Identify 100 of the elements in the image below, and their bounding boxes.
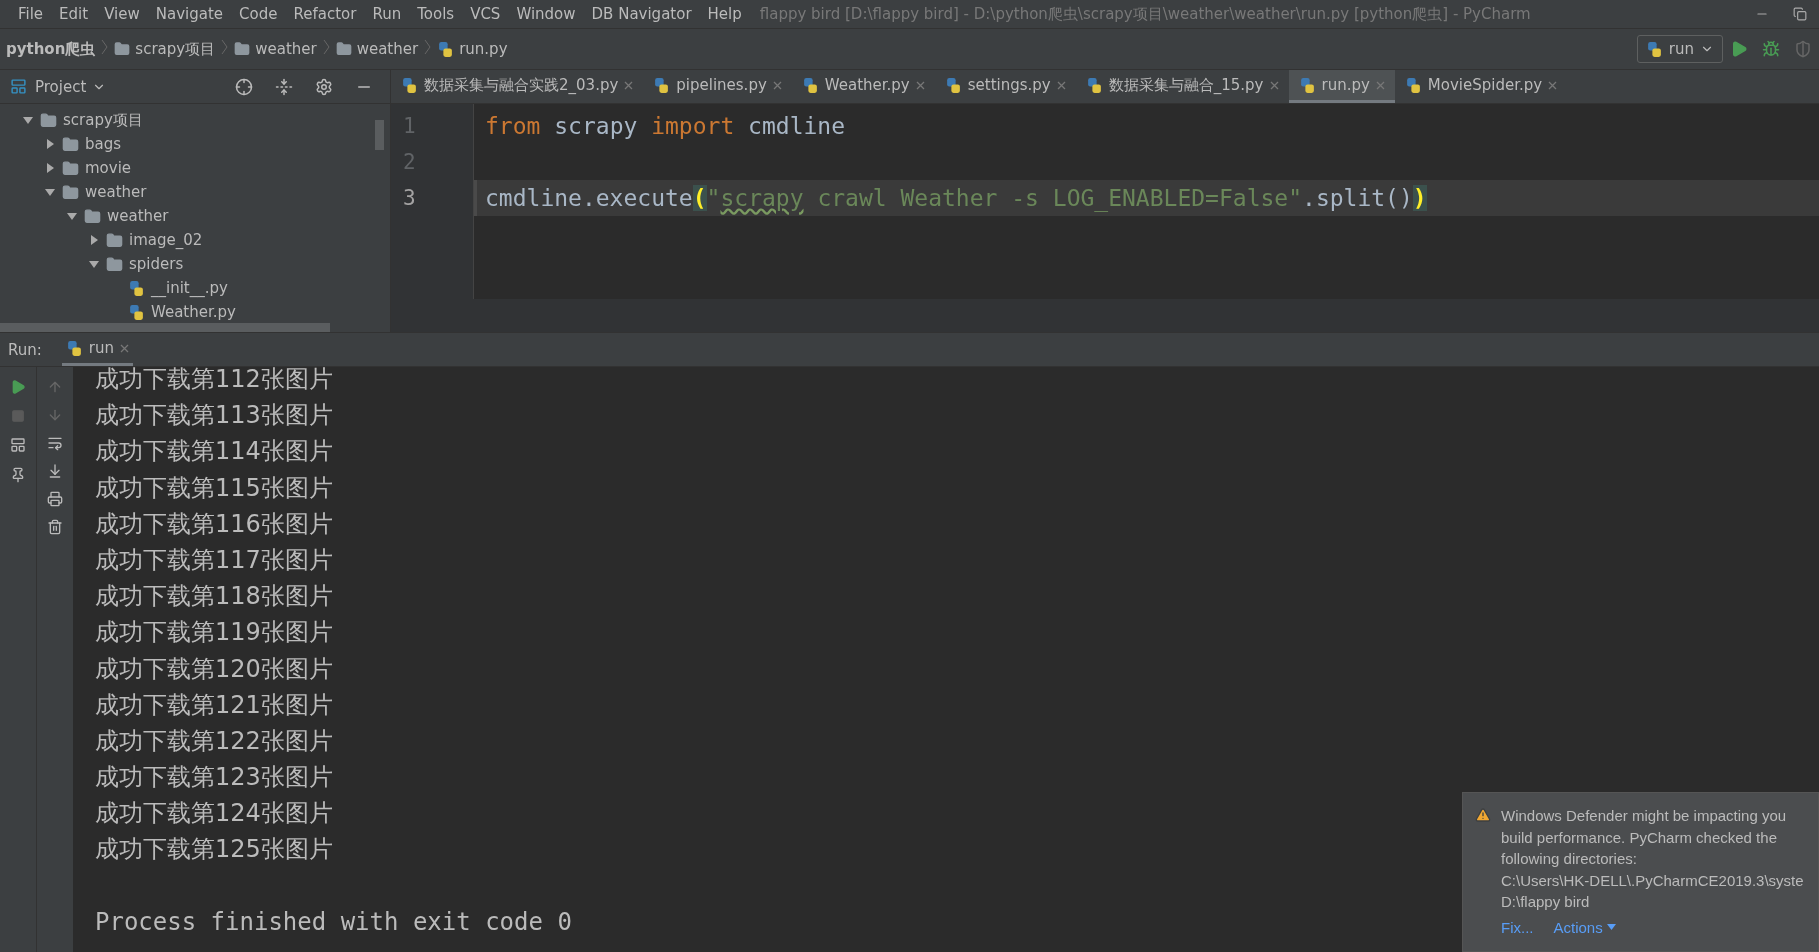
breadcrumb[interactable]: weather — [255, 40, 317, 58]
folder-icon — [84, 207, 101, 225]
run-label: Run: — [8, 340, 42, 359]
python-file-icon — [944, 76, 962, 94]
python-file-icon — [1298, 76, 1316, 94]
menu-item[interactable]: Edit — [51, 5, 97, 23]
menu-item[interactable]: Run — [364, 5, 410, 23]
run-icon[interactable] — [10, 379, 26, 395]
console-line: 成功下载第116张图片 — [95, 508, 333, 540]
trash-icon[interactable] — [47, 519, 63, 535]
editor-tab[interactable]: run.py — [1288, 70, 1395, 103]
run-icon[interactable] — [1730, 40, 1748, 58]
editor-tab[interactable]: 数据采集与融合实践2_03.py — [391, 70, 644, 103]
console-line: 成功下载第123张图片 — [95, 762, 333, 794]
tree-item-label: scrapy项目 — [63, 110, 143, 130]
bug-icon[interactable] — [1762, 40, 1780, 58]
tree-item-label: __init__.py — [151, 279, 228, 297]
tree-item[interactable]: Weather.py — [0, 300, 390, 323]
line-number: 3 — [402, 185, 417, 212]
tree-item[interactable]: spiders — [0, 252, 390, 276]
menu-item[interactable]: Navigate — [147, 5, 232, 23]
run-configuration-dropdown[interactable]: run — [1636, 35, 1723, 63]
console-line: 成功下载第122张图片 — [95, 725, 333, 757]
notification-text: C:\Users\HK-DELL\.PyCharmCE2019.3\syste — [1501, 870, 1804, 891]
folder-icon — [62, 135, 79, 153]
breadcrumb[interactable]: run.py — [459, 40, 508, 58]
tree-item[interactable]: bags — [0, 132, 390, 156]
menu-item[interactable]: Code — [231, 5, 286, 23]
python-file-icon — [128, 279, 145, 297]
editor-tab[interactable]: Weather.py — [791, 70, 935, 103]
notification-link[interactable]: Actions — [1553, 918, 1616, 936]
warning-icon — [1475, 807, 1491, 823]
editor-tab[interactable]: pipelines.py — [643, 70, 792, 103]
pin-icon[interactable] — [10, 467, 26, 483]
console-line: 成功下载第118张图片 — [95, 581, 333, 613]
tree-item[interactable]: image_02 — [0, 228, 390, 252]
dropdown-arrow-icon — [1606, 924, 1616, 930]
breadcrumb[interactable]: python爬虫 — [6, 39, 96, 59]
window-title: flappy bird [D:\flappy bird] - D:\python爬虫\scrapy项目\weather\weather\run.py [python爬虫] - PyCharm — [759, 4, 1532, 24]
notification-text: D:\flappy bird — [1501, 892, 1590, 912]
python-file-icon — [1404, 76, 1422, 94]
menu-item[interactable]: Refactor — [285, 5, 365, 23]
tree-item-label: weather — [107, 207, 169, 225]
editor-tab[interactable]: settings.py — [934, 70, 1076, 103]
tree-item[interactable]: __init__.py — [0, 276, 390, 300]
folder-icon — [106, 255, 123, 273]
notification-link[interactable]: Fix... — [1501, 918, 1534, 936]
tree-item[interactable]: weather — [0, 204, 390, 228]
scrollbar[interactable] — [0, 323, 330, 332]
collapsed-triangle-icon[interactable] — [44, 139, 56, 149]
wrap-icon[interactable] — [47, 435, 63, 451]
folder-icon — [234, 41, 251, 57]
tree-item[interactable]: weather — [0, 180, 390, 204]
restore-icon[interactable] — [1793, 7, 1807, 21]
menu-item[interactable]: File — [10, 5, 52, 23]
console-line: 成功下载第115张图片 — [95, 472, 333, 504]
expanded-triangle-icon[interactable] — [66, 211, 78, 221]
folder-icon — [62, 183, 79, 201]
folder-icon — [62, 159, 79, 177]
layout-icon[interactable] — [10, 437, 26, 453]
tree-item-label: movie — [85, 159, 132, 177]
console-line: 成功下载第119张图片 — [95, 617, 333, 649]
scrollbar[interactable] — [375, 120, 384, 150]
expanded-triangle-icon[interactable] — [44, 187, 56, 197]
crosshair-icon[interactable] — [235, 77, 253, 96]
settings-icon[interactable] — [315, 77, 333, 96]
menu-item[interactable]: DB Navigator — [583, 5, 700, 23]
tree-item-label: spiders — [129, 255, 184, 273]
tree-item[interactable]: scrapy项目 — [0, 108, 390, 132]
python-file-icon — [65, 339, 83, 357]
breadcrumb[interactable]: scrapy项目 — [135, 39, 216, 59]
collapse-icon[interactable] — [275, 77, 293, 96]
panel-icon — [10, 78, 27, 95]
menu-item[interactable]: View — [96, 5, 148, 23]
menu-item[interactable]: Tools — [409, 5, 463, 23]
expanded-triangle-icon[interactable] — [22, 115, 34, 125]
tree-item[interactable]: movie — [0, 156, 390, 180]
code-line: from scrapy import cmdline — [484, 112, 847, 141]
notification-text: build performance. PyCharm checked the — [1501, 827, 1777, 848]
editor-tab[interactable]: MovieSpider.py — [1394, 70, 1568, 103]
collapsed-triangle-icon[interactable] — [88, 235, 100, 245]
console-line: 成功下载第113张图片 — [95, 400, 333, 432]
console-line: 成功下载第117张图片 — [95, 544, 333, 576]
console-line: 成功下载第120张图片 — [95, 653, 333, 685]
collapsed-triangle-icon[interactable] — [44, 163, 56, 173]
expanded-triangle-icon[interactable] — [88, 259, 100, 269]
tree-item-label: bags — [85, 135, 122, 153]
menu-item[interactable]: Help — [699, 5, 750, 23]
folder-icon — [114, 41, 131, 57]
python-file-icon — [401, 76, 418, 94]
menu-item[interactable]: Window — [508, 5, 584, 23]
menu-item[interactable]: VCS — [462, 5, 509, 23]
print-icon[interactable] — [47, 491, 63, 507]
scroll-to-end-icon[interactable] — [47, 463, 63, 479]
editor-tab[interactable]: 数据采集与融合_15.py — [1075, 70, 1289, 103]
notification-text: Windows Defender might be impacting you — [1501, 806, 1787, 826]
notification-text: following directories: — [1501, 849, 1637, 869]
console-line: 成功下载第121张图片 — [95, 689, 333, 721]
project-dropdown[interactable]: Project — [35, 77, 107, 96]
breadcrumb[interactable]: weather — [356, 40, 419, 58]
